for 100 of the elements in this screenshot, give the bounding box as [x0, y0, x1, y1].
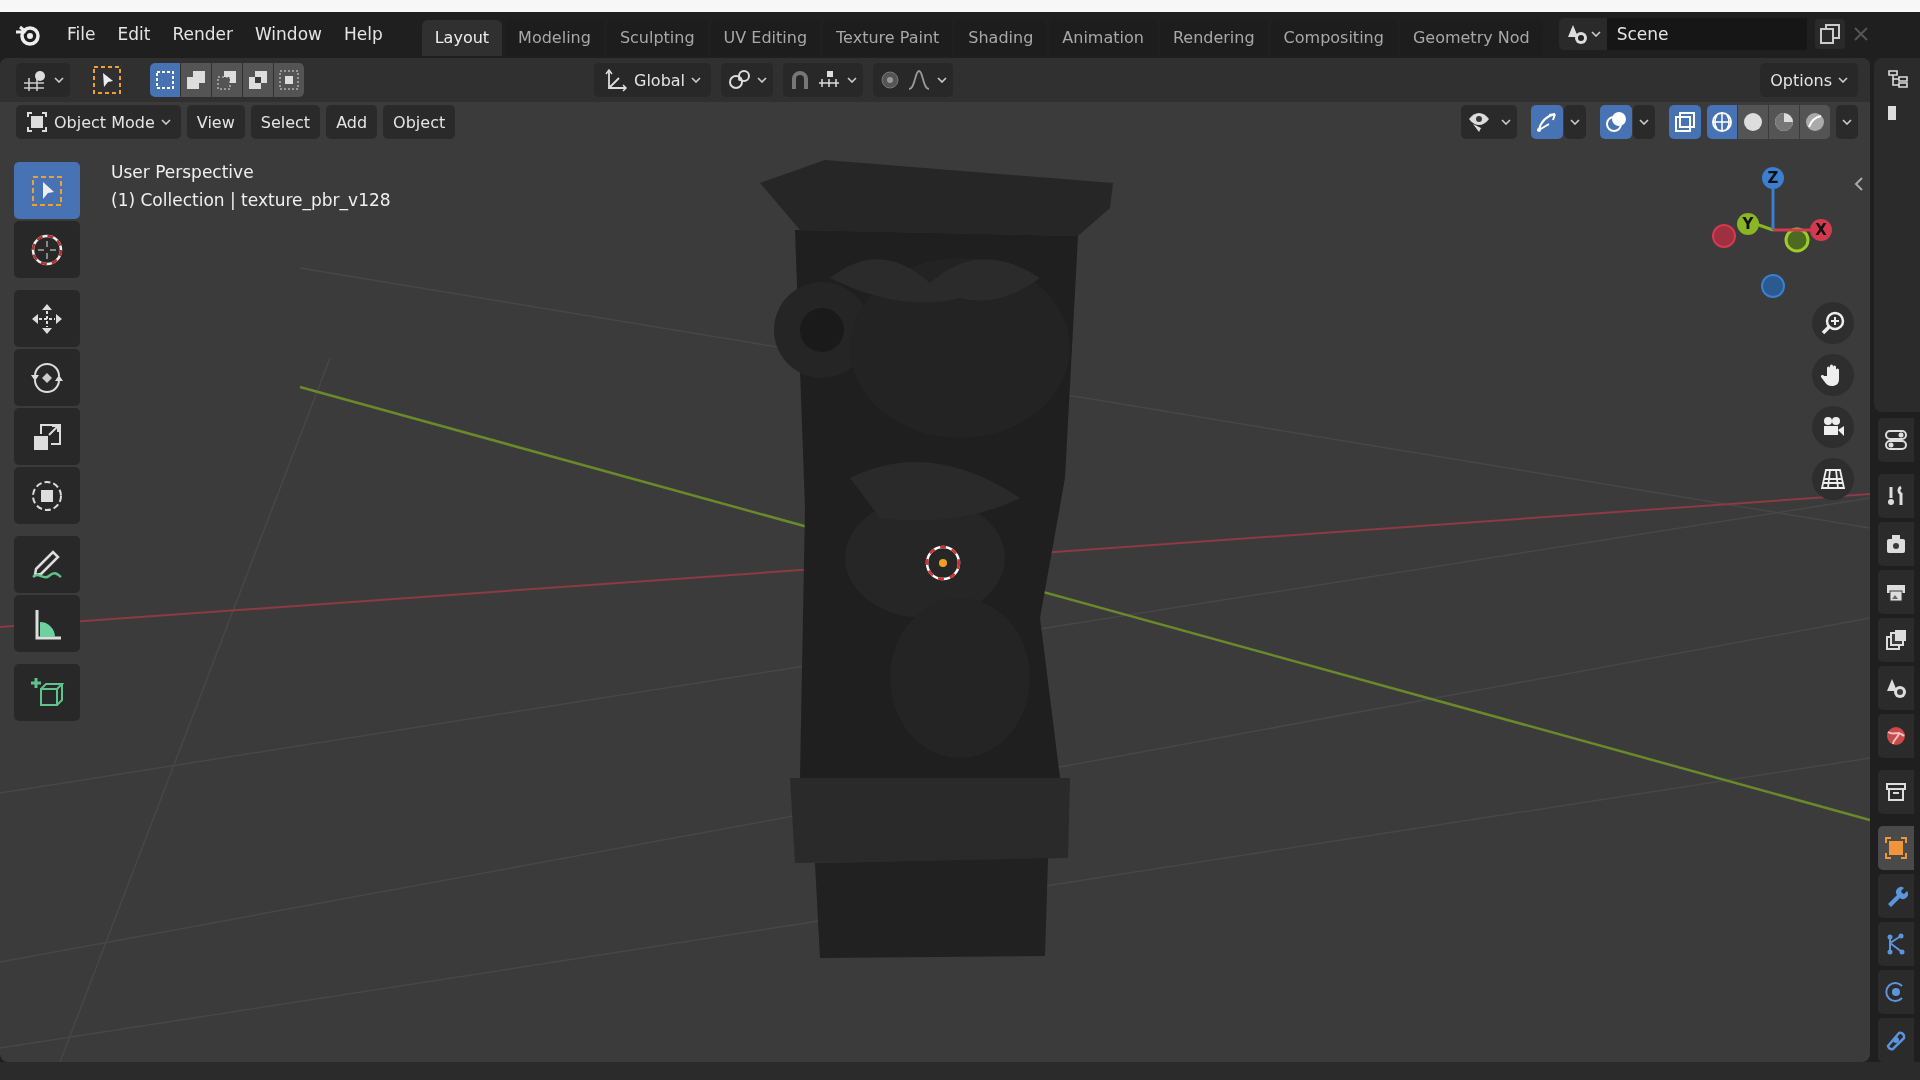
scene-name-field[interactable]: Scene [1606, 18, 1807, 50]
object-mode-icon [26, 111, 48, 133]
physics-tab[interactable] [1878, 970, 1914, 1014]
pivot-icon [727, 68, 752, 92]
collection-tab[interactable] [1878, 770, 1914, 814]
square-icon [1884, 836, 1908, 860]
pivot-dropdown[interactable] [721, 63, 774, 97]
extend-selection-mode[interactable] [181, 63, 211, 97]
pan-button[interactable] [1812, 354, 1854, 396]
tool-tab[interactable] [1878, 474, 1914, 518]
viewport-menu[interactable]: Add [326, 105, 378, 139]
select-box-icon [92, 65, 122, 95]
toggle-options-dropdown[interactable] [1633, 105, 1655, 139]
3d-cursor-icon [925, 545, 961, 581]
mode-dropdown[interactable]: Object Mode [16, 105, 181, 139]
layers-icon [1884, 628, 1908, 652]
navigation-bar-toggle[interactable] [1878, 418, 1914, 462]
annotate-tool[interactable] [14, 536, 80, 593]
toggle-options-dropdown[interactable] [1564, 105, 1586, 139]
wireframe-shading[interactable] [1707, 105, 1737, 139]
orientation-dropdown[interactable]: Global [594, 63, 712, 97]
snap-toggle[interactable] [783, 63, 864, 97]
box-icon [1884, 780, 1908, 804]
caret-icon [1838, 77, 1848, 83]
particles-tab[interactable] [1878, 922, 1914, 966]
caret-icon [54, 77, 64, 83]
invert-selection-mode[interactable] [243, 63, 273, 97]
rotate-tool[interactable] [14, 349, 80, 406]
proportional-icon [879, 69, 902, 91]
workspace-tab[interactable]: Layout [421, 20, 503, 56]
material-shading[interactable] [1769, 105, 1799, 139]
world-tab[interactable] [1878, 714, 1914, 758]
negative-y-axis-handle[interactable] [1784, 227, 1810, 253]
negative-z-axis-handle[interactable] [1761, 274, 1785, 298]
caret-icon [160, 119, 171, 125]
copy-icon[interactable] [1814, 19, 1845, 49]
collection-label: (1) Collection | texture_pbr_v128 [111, 190, 391, 210]
selection-mode-icon [247, 69, 269, 91]
x-axis-handle[interactable]: X [1773, 219, 1832, 241]
move-tool[interactable] [14, 290, 80, 347]
menu-item[interactable]: File [56, 20, 107, 48]
zoom-button[interactable] [1812, 302, 1854, 344]
editor-type-icon [22, 69, 48, 91]
scene-tab[interactable] [1878, 666, 1914, 710]
subtract-selection-mode[interactable] [212, 63, 242, 97]
add-cube-tool[interactable] [14, 664, 80, 721]
constraints-tab[interactable] [1878, 1018, 1914, 1062]
viewport-menu[interactable]: View [186, 105, 245, 139]
sidebar-toggle-icon[interactable] [1854, 176, 1864, 192]
caret-icon [1570, 119, 1580, 125]
overlay-toggle[interactable] [1600, 105, 1632, 139]
view-layer-tab[interactable] [1878, 618, 1914, 662]
axes-icon [604, 68, 628, 92]
output-tab[interactable] [1878, 570, 1914, 614]
new-selection-mode[interactable] [150, 63, 180, 97]
gizmo-icon [1535, 110, 1559, 134]
caret-icon [1590, 31, 1601, 37]
negative-x-axis-handle[interactable] [1712, 224, 1736, 248]
cursor-tool[interactable] [14, 221, 80, 278]
shading-options-dropdown[interactable] [1836, 105, 1858, 139]
options-dropdown[interactable]: Options [1760, 63, 1858, 97]
selection-mode-icon [185, 69, 207, 91]
menu-item[interactable]: Edit [106, 20, 162, 48]
menu-item[interactable]: Help [332, 20, 394, 48]
outliner-icon[interactable] [1886, 68, 1908, 90]
proportional-editing-toggle[interactable] [873, 63, 954, 97]
sphere-icon [1772, 110, 1796, 134]
overlay-icon [1604, 110, 1628, 134]
measure-tool[interactable] [14, 595, 80, 652]
viewport-menu[interactable]: Object [383, 105, 456, 139]
sphere-icon [1803, 110, 1827, 134]
gizmo-toggle[interactable] [1531, 105, 1563, 139]
editor-type-dropdown[interactable] [16, 63, 70, 97]
camera-view-button[interactable] [1812, 406, 1854, 448]
caret-icon [757, 77, 768, 83]
transform-tool[interactable] [14, 467, 80, 524]
caret-icon [847, 77, 858, 83]
intersect-selection-mode[interactable] [274, 63, 304, 97]
rendered-shading[interactable] [1800, 105, 1830, 139]
caret-icon [1842, 119, 1852, 125]
view-name: User Perspective [111, 162, 255, 182]
z-axis-handle[interactable]: Z [1762, 167, 1784, 230]
viewport-menu[interactable]: Select [250, 105, 321, 139]
menu-item[interactable]: Render [161, 20, 244, 48]
modifiers-tab[interactable] [1878, 874, 1914, 918]
scale-tool[interactable] [14, 408, 80, 465]
caret-icon [691, 77, 702, 83]
menu-item[interactable]: Window [243, 20, 333, 48]
caret-icon [937, 77, 948, 83]
scene-type-dropdown[interactable] [1558, 18, 1607, 50]
visibility-dropdown[interactable] [1461, 105, 1517, 139]
render-tab[interactable] [1878, 522, 1914, 566]
sphere-icon [1741, 110, 1765, 134]
solid-shading[interactable] [1738, 105, 1768, 139]
toggle-icon [1884, 428, 1908, 452]
falloff-curve-icon [907, 69, 932, 91]
projection-button[interactable] [1812, 458, 1854, 500]
xray-icon [1673, 110, 1697, 134]
object-tab[interactable] [1878, 826, 1914, 870]
xray-toggle[interactable] [1669, 105, 1701, 139]
